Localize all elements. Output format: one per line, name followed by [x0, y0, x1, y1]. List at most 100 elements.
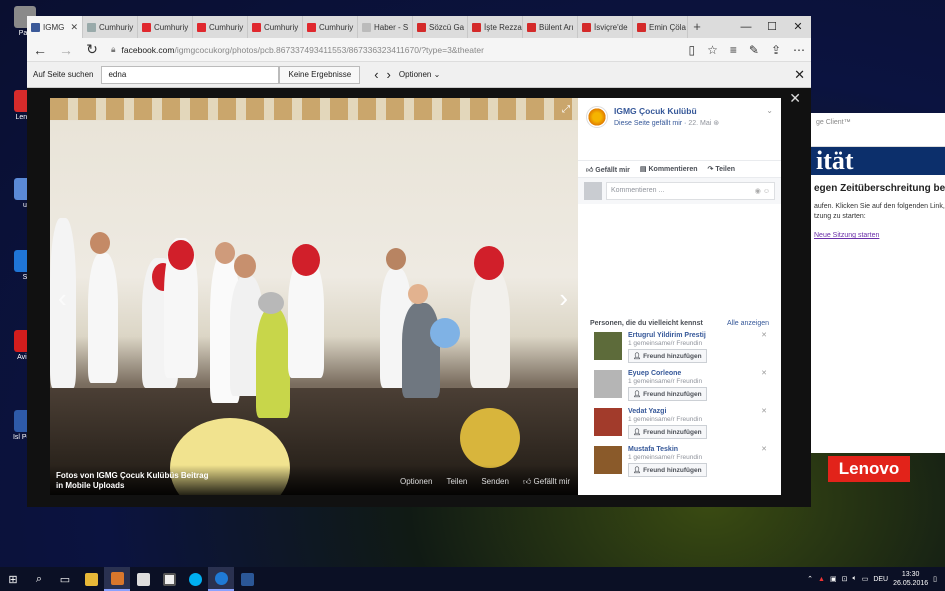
- browser-tab[interactable]: IGMG ✕: [27, 16, 83, 38]
- avatar[interactable]: [594, 370, 622, 398]
- reading-view-icon[interactable]: ▯: [688, 43, 695, 57]
- task-view-icon[interactable]: ▭: [52, 567, 78, 591]
- dismiss-icon[interactable]: ✕: [761, 407, 767, 415]
- page-like-link[interactable]: Diese Seite gefällt mir: [614, 120, 682, 127]
- file-explorer-icon[interactable]: [78, 567, 104, 591]
- search-icon[interactable]: ⌕: [26, 567, 52, 591]
- comment-input[interactable]: Kommentieren ... ◉ ☺: [606, 182, 775, 200]
- next-photo-icon[interactable]: ›: [559, 283, 568, 314]
- post-date[interactable]: 22. Mai: [688, 120, 711, 127]
- browser-tab[interactable]: Haber - S: [358, 16, 413, 38]
- language-indicator[interactable]: DEU: [873, 576, 888, 583]
- avatar[interactable]: [594, 332, 622, 360]
- person-name[interactable]: Mustafa Teskin: [628, 446, 707, 453]
- avatar[interactable]: [594, 446, 622, 474]
- start-windows-icon[interactable]: ⊞: [0, 567, 26, 591]
- hub-icon[interactable]: ≡: [730, 43, 737, 57]
- tray-chevron-icon[interactable]: ⌃: [807, 575, 813, 583]
- notifications-icon[interactable]: ▯: [933, 575, 937, 583]
- add-friend-button[interactable]: 👤︎ Freund hinzufügen: [628, 425, 707, 439]
- post-comment-button[interactable]: ▤ Kommentieren: [640, 165, 698, 173]
- close-window-icon[interactable]: ✕: [785, 16, 811, 38]
- dismiss-icon[interactable]: ✕: [761, 445, 767, 453]
- favorite-star-icon[interactable]: ☆: [707, 43, 718, 57]
- child-head: [90, 232, 110, 254]
- url-field[interactable]: 🔒︎ facebook.com/igmgcocukorg/photos/pcb.…: [111, 44, 676, 55]
- minimize-icon[interactable]: —: [733, 16, 759, 38]
- maximize-icon[interactable]: ☐: [759, 16, 785, 38]
- share-icon[interactable]: ⇪: [771, 43, 781, 57]
- find-next-icon[interactable]: ›: [387, 67, 391, 82]
- dismiss-icon[interactable]: ✕: [761, 369, 767, 377]
- tray-app-icon[interactable]: ▣: [830, 575, 837, 583]
- battery-icon[interactable]: ▭: [862, 575, 869, 583]
- post-actions: 👍︎ Gefällt mir ▤ Kommentieren ↷ Teilen: [578, 160, 781, 178]
- find-previous-icon[interactable]: ‹: [374, 67, 378, 82]
- toddler-figure: [256, 308, 290, 418]
- refresh-icon[interactable]: ↻: [85, 41, 99, 58]
- page-name[interactable]: IGMG Çocuk Kulübü: [614, 106, 719, 116]
- skype-icon[interactable]: [182, 567, 208, 591]
- browser-tab[interactable]: İsviçre'de: [578, 16, 633, 38]
- more-icon[interactable]: ⋯: [793, 43, 805, 57]
- person-name[interactable]: Vedat Yazgi: [628, 408, 707, 415]
- close-tab-icon[interactable]: ✕: [70, 22, 78, 33]
- pymk-item: Eyuep Corleone 1 gemeinsame/r Freundin 👤︎ …: [578, 365, 781, 403]
- browser-tab[interactable]: Cumhuriy: [303, 16, 358, 38]
- photo-share-button[interactable]: Teilen: [446, 477, 467, 487]
- word-icon[interactable]: [234, 567, 260, 591]
- mutual-friends[interactable]: 1 gemeinsame/r Freundin: [628, 454, 707, 461]
- add-friend-icon: 👤︎: [633, 353, 642, 360]
- back-icon[interactable]: ←: [33, 42, 47, 58]
- outlook-icon[interactable]: [104, 567, 130, 591]
- avira-tray-icon[interactable]: ▲: [818, 576, 825, 583]
- browser-tab[interactable]: Cumhuriy: [138, 16, 193, 38]
- find-close-icon[interactable]: ✕: [794, 67, 805, 83]
- find-input[interactable]: edna: [101, 65, 280, 84]
- previous-photo-icon[interactable]: ‹: [58, 283, 67, 314]
- camera-icon[interactable]: ◉ ☺: [755, 187, 770, 195]
- browser-tab[interactable]: Emin Çöla: [633, 16, 688, 38]
- network-icon[interactable]: ⊡: [842, 575, 848, 583]
- photo-options-button[interactable]: Optionen: [400, 477, 432, 487]
- clock[interactable]: 13:30 26.05.2016: [893, 570, 928, 588]
- new-tab-button[interactable]: +: [688, 16, 706, 38]
- web-note-icon[interactable]: ✎: [749, 43, 759, 57]
- post-like-button[interactable]: 👍︎ Gefällt mir: [586, 165, 630, 174]
- fullscreen-icon[interactable]: ⤢: [562, 104, 570, 115]
- browser-tab[interactable]: Cumhuriy: [193, 16, 248, 38]
- dismiss-icon[interactable]: ✕: [761, 331, 767, 339]
- media-icon[interactable]: [156, 567, 182, 591]
- avatar[interactable]: [594, 408, 622, 436]
- mutual-friends[interactable]: 1 gemeinsame/r Freundin: [628, 340, 707, 347]
- find-options-button[interactable]: Optionen ⌄: [399, 70, 440, 79]
- find-bar: Auf Seite suchen edna Keine Ergebnisse ‹…: [27, 62, 811, 88]
- store-icon[interactable]: [130, 567, 156, 591]
- edge-icon[interactable]: [208, 567, 234, 591]
- photo-send-button[interactable]: Senden: [481, 477, 509, 487]
- forward-icon[interactable]: →: [59, 42, 73, 58]
- mutual-friends[interactable]: 1 gemeinsame/r Freundin: [628, 378, 707, 385]
- browser-tab[interactable]: Sözcü Ga: [413, 16, 468, 38]
- add-friend-button[interactable]: 👤︎ Freund hinzufügen: [628, 463, 707, 477]
- photo-like-button[interactable]: 👍︎ Gefällt mir: [523, 477, 570, 487]
- person-name[interactable]: Ertugrul Yildirim Prestij: [628, 332, 707, 339]
- theater-close-icon[interactable]: ✕: [789, 90, 801, 107]
- browser-tab[interactable]: Bülent Arı: [523, 16, 578, 38]
- volume-icon[interactable]: 🔈︎: [852, 575, 856, 583]
- pymk-title: Personen, die du vielleicht kennst: [590, 320, 703, 327]
- add-friend-button[interactable]: 👤︎ Freund hinzufügen: [628, 349, 707, 363]
- post-share-button[interactable]: ↷ Teilen: [708, 165, 736, 173]
- mutual-friends[interactable]: 1 gemeinsame/r Freundin: [628, 416, 707, 423]
- add-friend-button[interactable]: 👤︎ Freund hinzufügen: [628, 387, 707, 401]
- blue-balloon: [430, 318, 460, 348]
- show-all-link[interactable]: Alle anzeigen: [727, 320, 769, 327]
- person-name[interactable]: Eyuep Corleone: [628, 370, 707, 377]
- browser-tab[interactable]: İşte Rezza: [468, 16, 523, 38]
- browser-tab[interactable]: Cumhuriy: [248, 16, 303, 38]
- post-menu-chevron-icon[interactable]: ⌄: [766, 106, 773, 128]
- browser-tab[interactable]: Cumhuriy: [83, 16, 138, 38]
- new-session-link[interactable]: Neue Sitzung starten: [808, 222, 945, 249]
- page-logo[interactable]: [586, 106, 608, 128]
- photo[interactable]: ⤢ ‹ › Fotos von IGMG Çocuk Kulübüs Beitr…: [50, 98, 578, 495]
